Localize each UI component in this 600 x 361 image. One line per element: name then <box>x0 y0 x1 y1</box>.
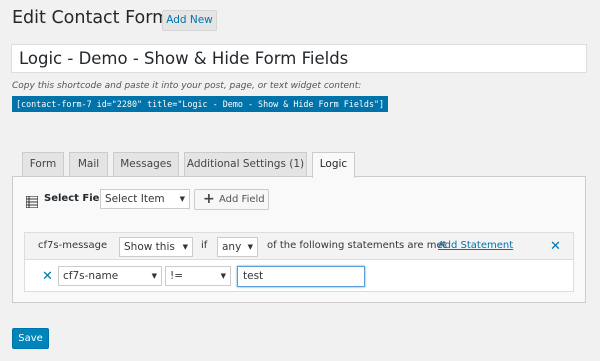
action-dropdown[interactable]: Show this ▼ <box>119 237 193 257</box>
statement-field-dropdown[interactable]: cf7s-name ▼ <box>58 266 162 286</box>
save-button[interactable]: Save <box>12 328 49 349</box>
dropdown-arrow-icon: ▼ <box>151 272 157 280</box>
rule-field-name: cf7s-message <box>38 240 108 251</box>
tab-additional-settings[interactable]: Additional Settings (1) <box>184 152 307 177</box>
statements-text: of the following statements are met <box>267 240 447 251</box>
page-title: Edit Contact Form <box>12 8 170 28</box>
if-label: if <box>201 240 208 251</box>
statement-field-value: cf7s-name <box>63 270 119 282</box>
statement-operator-dropdown[interactable]: != ▼ <box>165 266 231 286</box>
statement-value-input[interactable]: test <box>237 266 365 287</box>
select-item-dropdown[interactable]: Select Item ▼ <box>100 189 190 209</box>
add-statement-link[interactable]: Add Statement <box>438 240 513 251</box>
dropdown-arrow-icon: ▼ <box>179 195 185 203</box>
tab-mail[interactable]: Mail <box>69 152 108 177</box>
form-title-input[interactable]: Logic - Demo - Show & Hide Form Fields <box>11 44 587 73</box>
list-icon <box>25 193 39 209</box>
dropdown-arrow-icon: ▼ <box>182 243 188 251</box>
plus-icon: + <box>203 191 215 207</box>
shortcode-description: Copy this shortcode and paste it into yo… <box>12 81 362 91</box>
close-icon[interactable]: ✕ <box>550 240 561 253</box>
remove-statement-icon[interactable]: ✕ <box>42 270 53 283</box>
quantifier-value: any <box>222 241 242 253</box>
add-field-button[interactable]: + Add Field <box>194 189 269 210</box>
quantifier-dropdown[interactable]: any ▼ <box>217 237 258 257</box>
tab-logic[interactable]: Logic <box>312 152 355 178</box>
tab-messages[interactable]: Messages <box>113 152 179 177</box>
shortcode-text[interactable]: [contact-form-7 id="2280" title="Logic -… <box>12 96 388 112</box>
add-field-label: Add Field <box>219 194 265 205</box>
dropdown-arrow-icon: ▼ <box>247 243 253 251</box>
tab-form[interactable]: Form <box>22 152 64 177</box>
add-new-button[interactable]: Add New <box>162 10 217 31</box>
dropdown-arrow-icon: ▼ <box>220 272 226 280</box>
select-item-value: Select Item <box>105 193 165 205</box>
statement-operator-value: != <box>170 270 184 282</box>
action-value: Show this <box>124 241 175 253</box>
